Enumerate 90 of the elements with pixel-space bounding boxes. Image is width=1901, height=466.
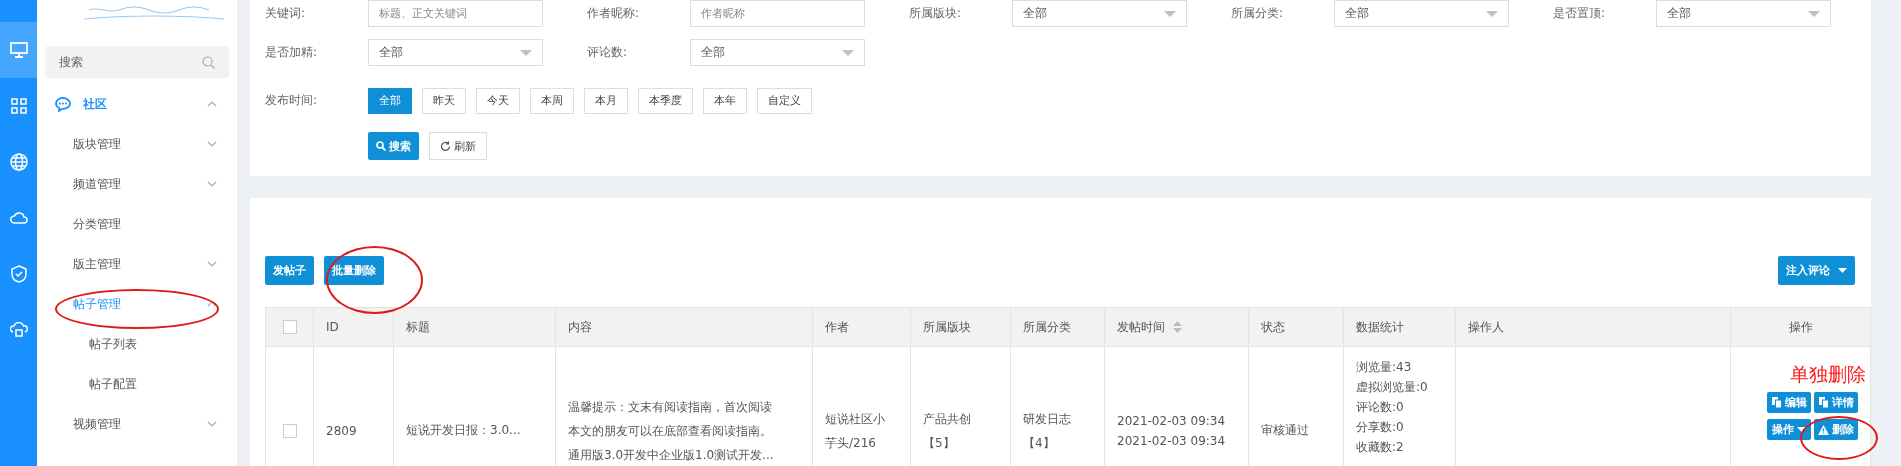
globe-icon: [9, 153, 28, 171]
section-label: 社区: [83, 95, 108, 113]
submenu-item[interactable]: 帖子列表: [37, 324, 237, 364]
select-field[interactable]: 全部: [690, 39, 865, 66]
column-header: 发帖时间: [1117, 319, 1165, 334]
filter-label: 所属分类:: [1231, 5, 1285, 22]
time-option[interactable]: 本月: [584, 87, 628, 114]
table-cell-text: 短说社区小 芋头/216: [825, 410, 886, 452]
time-option[interactable]: 本年: [703, 87, 747, 114]
caret-icon: [1486, 10, 1498, 17]
column-header: 操作人: [1468, 319, 1504, 334]
filter-label: 是否加精:: [265, 44, 319, 61]
caret-icon: [1797, 427, 1806, 432]
chevron-icon: [207, 261, 217, 267]
table-cell-text: 浏览量:43 虚拟浏览量:0 评论数:0 分享数:0 收藏数:2: [1356, 359, 1429, 456]
table-cell: 2809: [326, 423, 357, 438]
select-field[interactable]: 全部: [1334, 0, 1509, 27]
column-header: 数据统计: [1356, 319, 1404, 334]
refresh-icon: [440, 140, 451, 152]
dropdown-button[interactable]: 操作: [1767, 419, 1811, 440]
search-icon: [202, 55, 215, 69]
table-cell-text: 2021-02-03 09:34 2021-02-03 09:34: [1117, 412, 1227, 450]
table-cell: 短说开发日报：3.0...: [406, 423, 521, 437]
menu-item[interactable]: 分类管理: [37, 204, 237, 244]
filter-label: 作者昵称:: [587, 5, 641, 22]
select-field[interactable]: 全部: [368, 39, 543, 66]
menu-item[interactable]: 频道管理: [37, 164, 237, 204]
time-option[interactable]: 本季度: [638, 87, 693, 114]
warning-icon: [1818, 424, 1829, 435]
column-header: ID: [326, 320, 339, 334]
column-header: 标题: [406, 319, 430, 334]
dropdown-button[interactable]: 注入评论: [1778, 256, 1855, 285]
shield-check-icon: [10, 265, 27, 283]
cloud-icon: [9, 212, 28, 224]
table-cell-text: 温馨提示：文末有阅读指南，首次阅读 本文的朋友可以在底部查看阅读指南。 通用版3.0开发中企业版1.0测试开发...: [568, 398, 775, 464]
caret-icon: [520, 49, 532, 56]
filter-label: 所属版块:: [909, 5, 963, 22]
cloud-box-icon: [9, 322, 28, 338]
toolbar-button[interactable]: 发帖子: [265, 256, 314, 285]
menu-item[interactable]: 版主管理: [37, 244, 237, 284]
table-cell-text: 产品共创 【5】: [923, 410, 972, 452]
caret-icon: [1808, 10, 1820, 17]
filter-label: 发布时间:: [265, 92, 319, 109]
submenu-item[interactable]: 帖子配置: [37, 364, 237, 404]
menu-item[interactable]: 视频管理: [37, 404, 237, 444]
filter-label: 评论数:: [587, 44, 629, 61]
action-button[interactable]: 详情: [1814, 392, 1858, 413]
chevron-icon: [207, 181, 217, 187]
action-button[interactable]: 编辑: [1767, 392, 1811, 413]
copy-icon: [1771, 397, 1782, 408]
table-cell-text: 研发日志 【4】: [1023, 410, 1072, 452]
monitor-icon: [9, 42, 28, 58]
checkbox[interactable]: [282, 320, 297, 335]
column-header: 状态: [1261, 319, 1285, 334]
copy-icon: [1818, 397, 1829, 408]
chevron-icon: [207, 141, 217, 147]
caret-icon: [842, 49, 854, 56]
search-icon: [376, 141, 386, 151]
column-header: 所属版块: [923, 319, 971, 334]
column-header: 作者: [825, 319, 849, 334]
column-header: 内容: [568, 319, 592, 334]
time-option[interactable]: 全部: [368, 87, 412, 114]
time-option[interactable]: 本周: [530, 87, 574, 114]
caret-icon: [1838, 268, 1847, 273]
chevron-icon: [207, 421, 217, 427]
grid-icon: [10, 98, 27, 114]
checkbox[interactable]: [282, 423, 297, 438]
annotation-text: 单独删除: [1790, 362, 1866, 387]
select-field[interactable]: 全部: [1012, 0, 1187, 27]
filter-label: 关键词:: [265, 5, 307, 22]
caret-icon: [1164, 10, 1176, 17]
select-field[interactable]: 全部: [1656, 0, 1831, 27]
column-header: 所属分类: [1023, 319, 1071, 334]
text-field[interactable]: 标题、正文关键词: [368, 0, 543, 27]
toolbar-button[interactable]: 批量删除: [324, 256, 384, 285]
text-field[interactable]: 作者昵称: [690, 0, 865, 27]
sort-icon[interactable]: [1173, 321, 1182, 333]
search-field[interactable]: 搜索: [45, 46, 229, 78]
time-option[interactable]: 自定义: [757, 87, 812, 114]
refresh-button[interactable]: 刷新: [429, 132, 487, 160]
filter-label: 是否置顶:: [1553, 5, 1607, 22]
delete-button[interactable]: 删除: [1814, 419, 1858, 440]
table-cell: 审核通过: [1261, 423, 1309, 437]
chat-icon: [55, 96, 71, 112]
column-header: 操作: [1788, 319, 1813, 334]
search-button[interactable]: 搜索: [368, 132, 419, 160]
time-option[interactable]: 昨天: [422, 87, 466, 114]
menu-item[interactable]: 版块管理: [37, 124, 237, 164]
chevron-icon: [207, 101, 217, 107]
time-option[interactable]: 今天: [476, 87, 520, 114]
